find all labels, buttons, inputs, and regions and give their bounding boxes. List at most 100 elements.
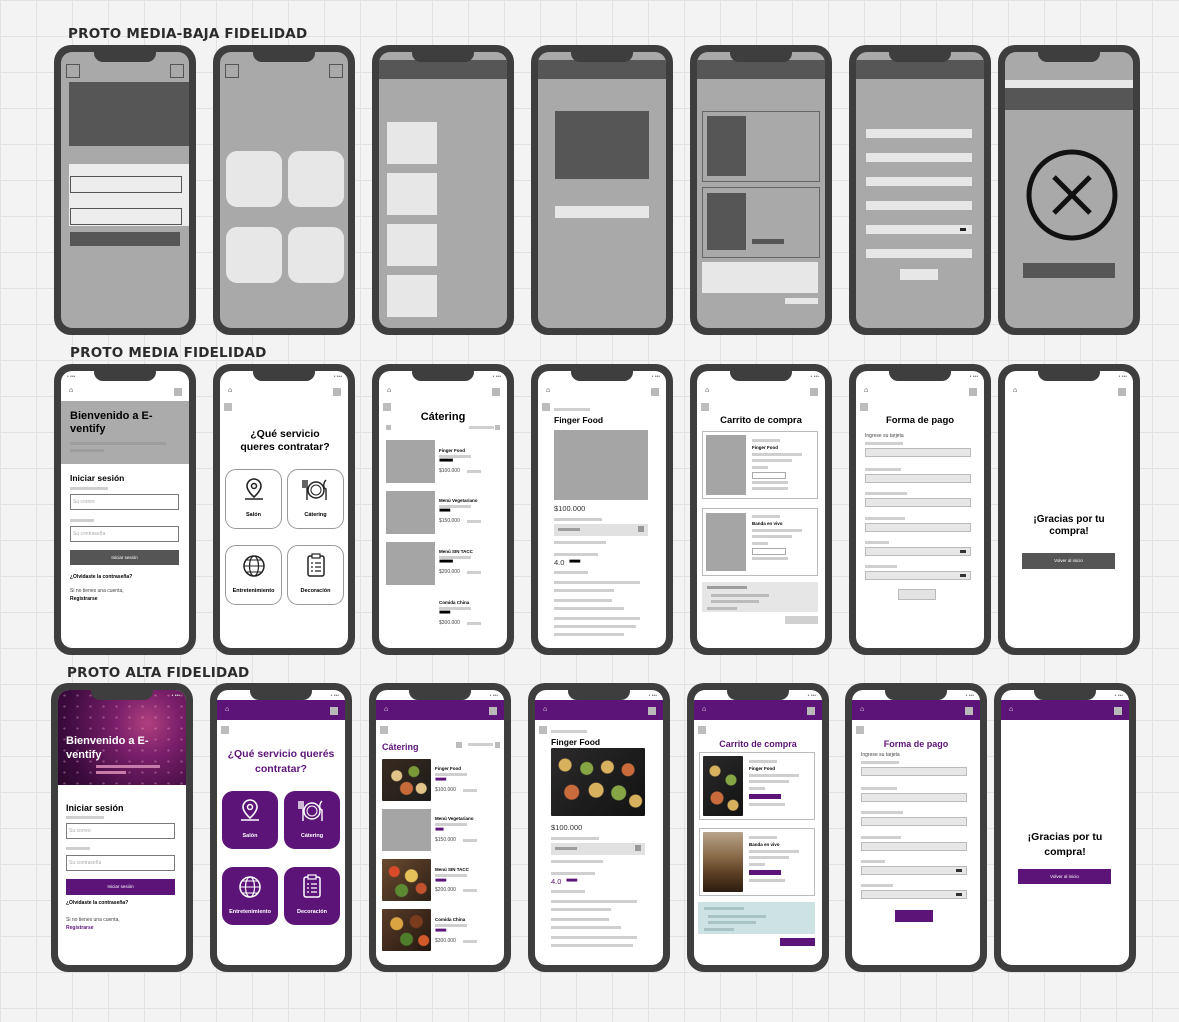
login-button[interactable]: Iniciar sesión [70,550,179,565]
product-rating: 4.0 [551,877,562,886]
back-home-button[interactable]: Volver al inicio [1022,553,1115,569]
low-phone-cart [690,45,832,335]
map-pin-icon [241,799,259,821]
login-heading: Iniciar sesión [66,803,124,813]
mid-phone-cart: • ••• ⌂ Carrito de compra Finger Food Ba… [690,364,832,655]
menu-icon[interactable] [489,707,497,715]
login-button[interactable]: Iniciar sesión [66,879,175,895]
service-tile-catering[interactable]: Cátering [284,791,340,849]
payment-field-4[interactable] [861,842,967,851]
payment-field-3[interactable] [865,498,971,507]
pay-button[interactable] [898,589,936,600]
service-tile-entertainment[interactable]: Entretenimiento [225,545,282,605]
service-tile-entertainment[interactable]: Entretenimiento [222,867,278,925]
low-phone-login [54,45,196,335]
product-title: Finger Food [554,415,604,425]
home-icon[interactable]: ⌂ [225,706,229,713]
cart-image-finger-food [703,756,743,816]
food-image-finger-food [382,759,431,801]
high-phone-catering: • ••• ⌂ Cátering Finger Food ■■■■ $100.0… [369,683,511,972]
catering-title: Cátering [420,411,466,423]
globe-icon [243,555,265,577]
pay-button[interactable] [895,910,933,922]
product-price: $100.000 [554,504,586,513]
mid-phone-thanks: • ••• ⌂ ¡Gracias por tu compra! Volver a… [998,364,1140,655]
menu-icon[interactable] [651,388,659,396]
menu-icon[interactable] [1114,707,1122,715]
no-account-text: Si no tienes una cuenta, [70,588,124,594]
mid-phone-product: • ••• ⌂ Finger Food $100.000 4.0 ■■■■ [531,364,673,655]
payment-field-4[interactable] [865,523,971,532]
menu-icon[interactable] [965,707,973,715]
menu-icon[interactable] [969,388,977,396]
high-phone-payment: • ••• ⌂ Forma de pago Ingrese su tarjeta [845,683,987,972]
home-icon[interactable]: ⌂ [69,387,73,394]
home-icon[interactable]: ⌂ [1009,706,1013,713]
payment-title: Forma de pago [883,739,949,749]
plate-cutlery-icon [298,800,323,821]
service-tile-decoration[interactable]: Decoración [287,545,344,605]
payment-field-5[interactable] [861,866,967,875]
home-icon[interactable]: ⌂ [384,706,388,713]
menu-icon[interactable] [333,388,341,396]
menu-icon[interactable] [810,388,818,396]
home-icon[interactable]: ⌂ [546,387,550,394]
menu-icon[interactable] [648,707,656,715]
home-icon[interactable]: ⌂ [228,387,232,394]
product-price: $100.000 [551,823,583,832]
login-heading: Iniciar sesión [70,473,125,483]
email-field[interactable]: Su correo [66,823,175,839]
card-input[interactable] [865,448,971,457]
payment-field-2[interactable] [865,474,971,483]
mid-phone-login: • ••• ⌂ Bienvenido a E-ventify Iniciar s… [54,364,196,655]
home-icon[interactable]: ⌂ [864,387,868,394]
back-home-button[interactable]: Volver al inicio [1018,869,1111,884]
home-icon[interactable]: ⌂ [543,706,547,713]
menu-icon[interactable] [174,388,182,396]
product-title: Finger Food [551,737,601,747]
register-link[interactable]: Registrarse [70,596,98,603]
home-icon[interactable]: ⌂ [705,387,709,394]
food-image-comida-china [382,909,431,951]
menu-icon[interactable] [492,388,500,396]
cart-title: Carrito de compra [719,739,797,749]
home-icon[interactable]: ⌂ [387,387,391,394]
low-phone-services [213,45,355,335]
email-field[interactable]: Su correo [70,494,179,510]
thanks-message: ¡Gracias por tu compra! [1027,831,1103,858]
service-tile-salon[interactable]: Salón [222,791,278,849]
low-phone-product [531,45,673,335]
payment-field-5[interactable] [865,547,971,556]
catering-title: Cátering [382,742,419,752]
services-question: ¿Qué servicio querés contratar? [227,748,335,775]
payment-field-2[interactable] [861,793,967,802]
service-tile-catering[interactable]: Cátering [287,469,344,529]
home-icon[interactable]: ⌂ [1013,387,1017,394]
checkout-button[interactable] [780,938,815,946]
low-phone-catering [372,45,514,335]
high-phone-services: • ••• ⌂ ¿Qué servicio querés contratar? … [210,683,352,972]
thanks-message: ¡Gracias por tu compra! [1033,514,1105,537]
home-icon[interactable]: ⌂ [702,706,706,713]
clipboard-list-icon [307,553,325,577]
close-circle-icon [1026,149,1118,241]
payment-field-3[interactable] [861,817,967,826]
payment-field-6[interactable] [861,890,967,899]
service-tile-salon[interactable]: Salón [225,469,282,529]
welcome-title: Bienvenido a E-ventify [70,410,153,435]
menu-icon[interactable] [807,707,815,715]
forgot-password-link[interactable]: ¿Olvidaste la contraseña? [70,574,132,581]
service-tile-decoration[interactable]: Decoración [284,867,340,925]
menu-icon[interactable] [330,707,338,715]
register-link[interactable]: Registrarse [66,925,94,932]
card-input[interactable] [861,767,967,776]
globe-icon [239,876,261,898]
home-icon[interactable]: ⌂ [860,706,864,713]
password-field[interactable]: Su contraseña [70,526,179,542]
high-phone-thanks: • ••• ⌂ ¡Gracias por tu compra! Volver a… [994,683,1136,972]
menu-icon[interactable] [1118,388,1126,396]
forgot-password-link[interactable]: ¿Olvidaste la contraseña? [66,900,128,907]
services-question: ¿Qué servicio queres contratar? [240,428,330,453]
password-field[interactable]: Su contraseña [66,855,175,871]
payment-field-6[interactable] [865,571,971,580]
